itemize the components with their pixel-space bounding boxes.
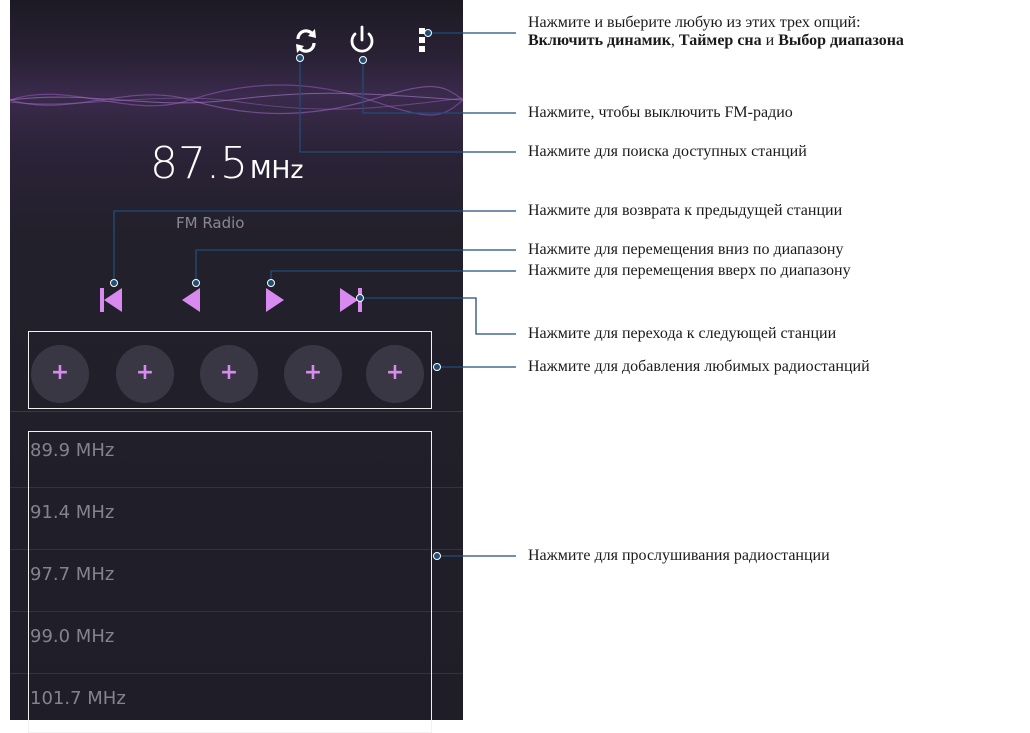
more-vert-icon: [419, 28, 425, 52]
station-list-item[interactable]: 91.4 MHz: [10, 488, 463, 550]
power-button[interactable]: [344, 22, 380, 60]
conjunction: и: [765, 32, 775, 49]
add-favorite-button[interactable]: +: [116, 345, 174, 403]
option-band-select: Выбор диапазона: [778, 32, 904, 49]
annotation-tune-up: Нажмите для перемещения вверх по диапазо…: [528, 262, 851, 279]
current-frequency: 87.5MHz: [150, 138, 303, 189]
band-label: FM Radio: [176, 214, 245, 232]
skip-previous-icon: [100, 288, 122, 312]
frequency-value: 87.5: [150, 138, 248, 189]
more-options-button[interactable]: [410, 22, 436, 60]
add-favorite-button[interactable]: +: [200, 345, 258, 403]
tune-down-button[interactable]: [178, 284, 212, 318]
annotation-tune-down: Нажмите для перемещения вниз по диапазон…: [528, 241, 844, 258]
favorites-row: + + + + +: [10, 335, 463, 405]
annotation-scan: Нажмите для поиска доступных станций: [528, 143, 807, 160]
station-list-item[interactable]: 97.7 MHz: [10, 550, 463, 612]
station-list-item[interactable]: 101.7 MHz: [10, 674, 463, 720]
annotation-power: Нажмите, чтобы выключить FM-радио: [528, 104, 793, 121]
arrow-right-icon: [266, 288, 284, 312]
next-station-button[interactable]: [338, 284, 372, 318]
station-frequency: 91.4 MHz: [30, 502, 115, 523]
add-favorite-button[interactable]: +: [284, 345, 342, 403]
annotation-stations: Нажмите для прослушивания радиостанции: [528, 547, 830, 564]
signal-wave-graphic: [10, 84, 463, 116]
station-list-item[interactable]: 99.0 MHz: [10, 612, 463, 674]
annotation-menu: Нажмите и выберите любую из этих трех оп…: [528, 14, 904, 50]
station-frequency: 99.0 MHz: [30, 626, 115, 647]
annotation-next-station: Нажмите для перехода к следующей станции: [528, 325, 837, 342]
tune-up-button[interactable]: [262, 284, 296, 318]
fm-radio-screen: 87.5MHz FM Radio + + + + + 89.9 MHz 91.4…: [10, 0, 463, 720]
annotation-menu-line2: Включить динамик, Таймер сна и Выбор диа…: [528, 32, 904, 50]
previous-station-button[interactable]: [98, 284, 132, 318]
divider: [10, 411, 463, 412]
add-favorite-button[interactable]: +: [366, 345, 424, 403]
skip-next-icon: [340, 288, 362, 312]
station-frequency: 101.7 MHz: [30, 688, 126, 709]
frequency-unit: MHz: [249, 155, 304, 184]
station-frequency: 97.7 MHz: [30, 564, 115, 585]
option-sleep-timer: Таймер сна: [678, 32, 762, 49]
station-list-item[interactable]: 89.9 MHz: [10, 426, 463, 488]
add-favorite-button[interactable]: +: [31, 345, 89, 403]
station-frequency: 89.9 MHz: [30, 440, 115, 461]
refresh-icon: [296, 29, 316, 53]
arrow-left-icon: [182, 288, 200, 312]
annotation-favorites: Нажмите для добавления любимых радиостан…: [528, 358, 870, 375]
annotation-menu-line1: Нажмите и выберите любую из этих трех оп…: [528, 14, 861, 31]
annotation-prev-station: Нажмите для возврата к предыдущей станци…: [528, 202, 843, 219]
scan-stations-button[interactable]: [288, 22, 324, 60]
power-icon: [350, 25, 374, 53]
option-speaker: Включить динамик: [528, 32, 671, 49]
comma: ,: [670, 32, 675, 49]
